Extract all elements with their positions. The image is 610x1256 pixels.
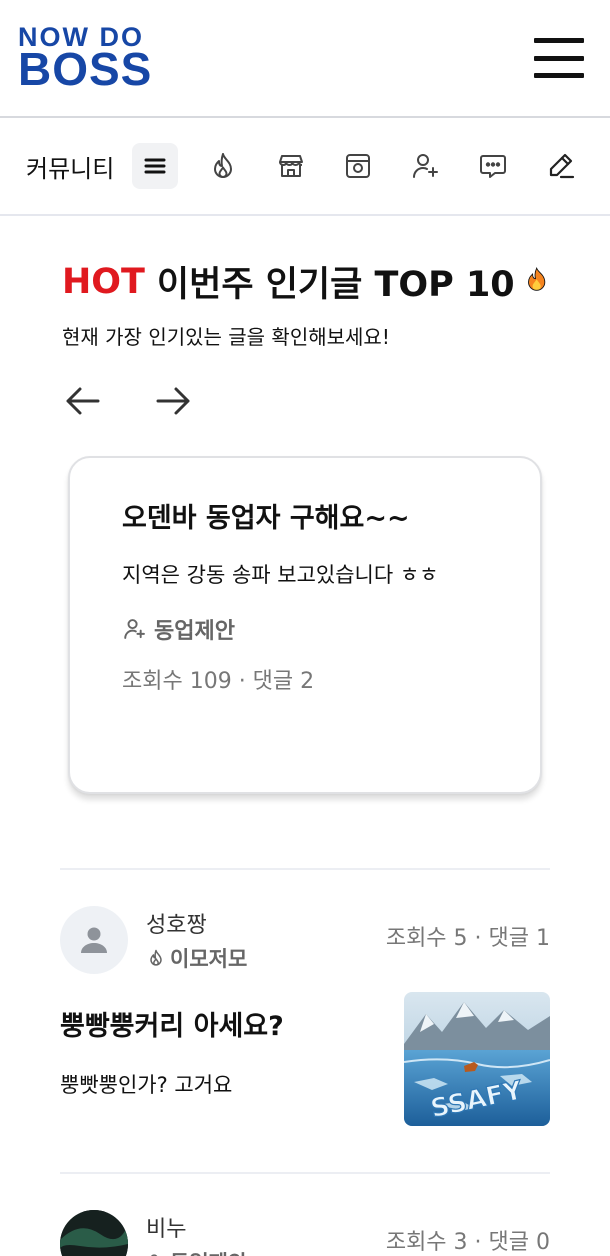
carousel-controls <box>62 380 548 422</box>
hot-section: HOT 이번주 인기글 TOP 10 현재 가장 인기있는 글을 확인해보세요! <box>0 216 610 422</box>
post-text-block: 뿡빵뿡커리 아세요? 뿡빳뿡인가? 고거요 <box>60 996 284 1126</box>
page: NOW DO BOSS 커뮤니티 HOT 이번주 인기글 TOP 10 현재 가… <box>0 0 610 1256</box>
author-name: 성호짱 <box>146 913 207 938</box>
user-plus-icon <box>124 619 145 639</box>
author-info: 성호짱 이모저모 <box>146 907 386 973</box>
user-plus-icon[interactable] <box>403 143 449 189</box>
post-header: 성호짱 이모저모 조회수 5 · 댓글 1 <box>60 906 550 974</box>
fire-icon[interactable] <box>200 143 246 189</box>
hot-label: HOT <box>62 261 145 302</box>
pencil-icon[interactable] <box>538 143 584 189</box>
featured-post-category: 동업제안 <box>122 613 488 645</box>
post-body: 뿡빵뿡커리 아세요? 뿡빳뿡인가? 고거요 SSAFY <box>60 992 550 1126</box>
post-category-label: 이모저모 <box>170 947 248 971</box>
category-nav: 커뮤니티 <box>0 118 610 216</box>
logo[interactable]: NOW DO BOSS <box>18 23 153 96</box>
author-info: 비누 동업제안 <box>146 1211 386 1256</box>
post-stats: 조회수 5 · 댓글 1 <box>385 926 550 951</box>
post-category-label: 동업제안 <box>170 1247 247 1256</box>
avatar <box>60 906 128 974</box>
featured-post-stats: 조회수 109 · 댓글 2 <box>122 669 315 694</box>
featured-carousel: 오덴바 동업자 구해요~~ 지역은 강동 송파 보고있습니다 ㅎㅎ 동업제안 조… <box>0 422 610 794</box>
post-category: 이모저모 <box>146 943 386 973</box>
category-title: 커뮤니티 <box>26 154 115 183</box>
shop-map-icon[interactable] <box>335 143 381 189</box>
hot-subtitle: 현재 가장 인기있는 글을 확인해보세요! <box>62 325 390 349</box>
logo-line-2: BOSS <box>18 43 153 96</box>
user-plus-icon <box>150 1254 158 1256</box>
avatar <box>60 1210 128 1256</box>
top-header: NOW DO BOSS <box>0 0 610 118</box>
featured-category-label: 동업제안 <box>154 619 235 644</box>
post-thumbnail: SSAFY <box>404 992 550 1126</box>
post-stats: 조회수 3 · 댓글 0 <box>385 1230 550 1255</box>
chat-bubble-icon[interactable] <box>470 143 516 189</box>
featured-post-title: 오덴바 동업자 구해요~~ <box>122 503 410 534</box>
store-icon[interactable] <box>268 143 314 189</box>
author-name: 비누 <box>146 1217 187 1242</box>
featured-post-card[interactable]: 오덴바 동업자 구해요~~ 지역은 강동 송파 보고있습니다 ㅎㅎ 동업제안 조… <box>68 456 542 794</box>
list-item[interactable]: 비누 동업제안 조회수 3 · 댓글 0 <box>0 1174 610 1256</box>
featured-post-body: 지역은 강동 송파 보고있습니다 ㅎㅎ <box>122 563 439 587</box>
category-icons <box>132 143 584 189</box>
post-excerpt: 뿡빳뿡인가? 고거요 <box>60 1073 233 1097</box>
menu-icon-bar <box>534 73 584 78</box>
post-category: 동업제안 <box>146 1247 386 1256</box>
menu-button[interactable] <box>534 38 584 78</box>
list-icon[interactable] <box>132 143 179 189</box>
hot-title-text: 이번주 인기글 TOP 10 <box>156 265 515 305</box>
fire-emoji-icon <box>525 261 548 303</box>
menu-icon-bar <box>534 55 584 61</box>
menu-icon-bar <box>534 38 584 43</box>
post-header: 비누 동업제안 조회수 3 · 댓글 0 <box>60 1210 550 1256</box>
user-icon <box>81 927 107 953</box>
arrow-left-icon[interactable] <box>62 380 104 422</box>
fire-icon <box>150 949 162 966</box>
hot-title: HOT 이번주 인기글 TOP 10 <box>62 256 548 307</box>
arrow-right-icon[interactable] <box>152 380 194 422</box>
post-list: 성호짱 이모저모 조회수 5 · 댓글 1 뿡빵뿡커리 아세요? 뿡빳뿡인가? … <box>0 868 610 1256</box>
post-title: 뿡빵뿡커리 아세요? <box>60 1011 284 1042</box>
list-item[interactable]: 성호짱 이모저모 조회수 5 · 댓글 1 뿡빵뿡커리 아세요? 뿡빳뿡인가? … <box>0 870 610 1126</box>
